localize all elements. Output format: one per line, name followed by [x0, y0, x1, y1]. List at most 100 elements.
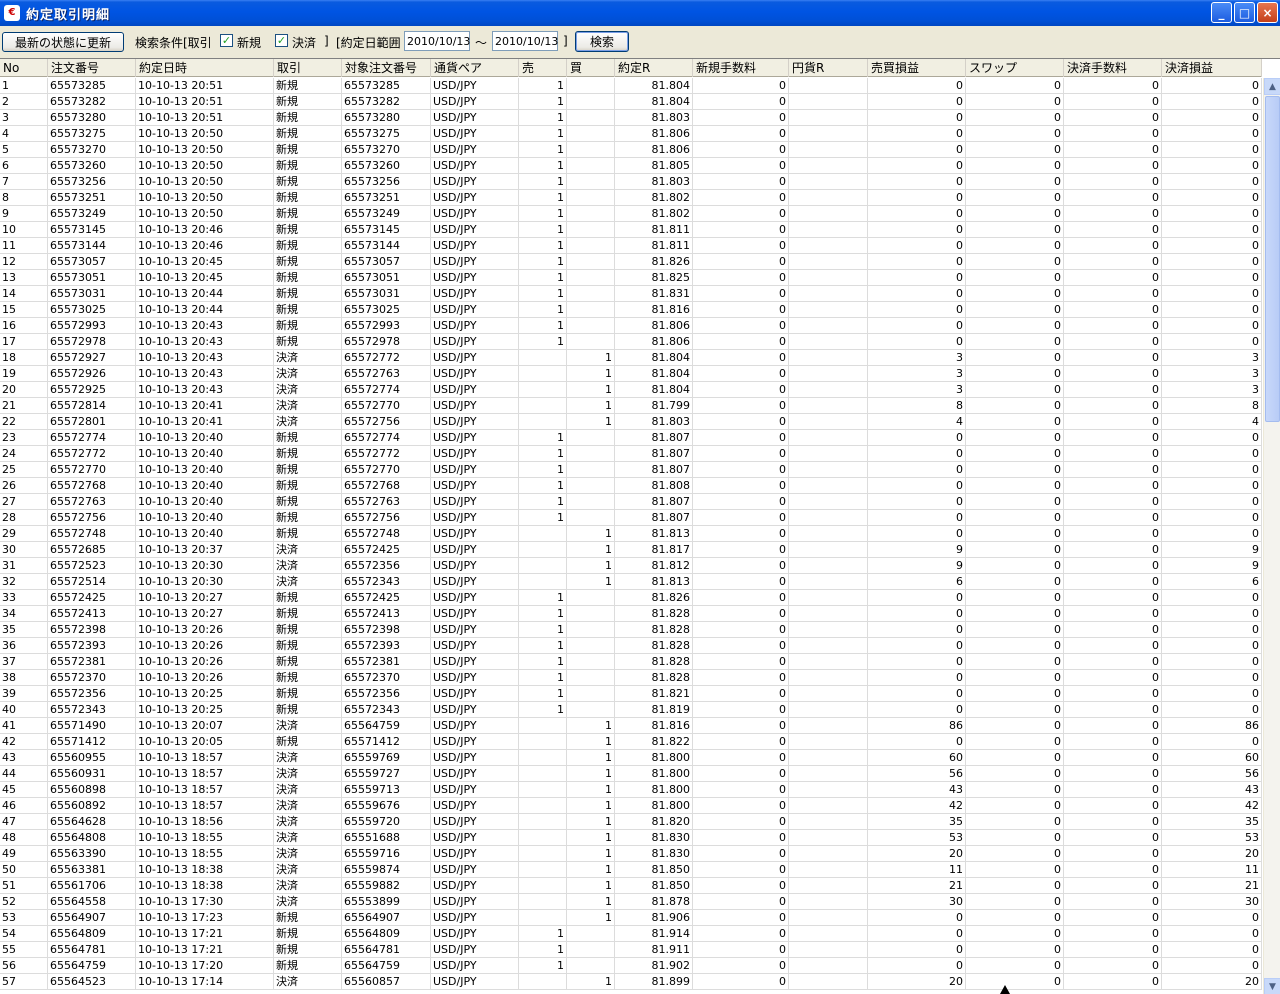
new-checkbox[interactable]: ✓ — [220, 34, 233, 47]
table-row[interactable]: 12 65573057 10-10-13 20:45 新規 65573057 USD/JP… — [0, 254, 1262, 270]
cell-col-no: 46 — [0, 798, 48, 814]
scroll-up-icon[interactable]: ▲ — [1264, 78, 1280, 95]
table-row[interactable]: 15 65573025 10-10-13 20:44 新規 65573025 USD/JP… — [0, 302, 1262, 318]
table-row[interactable]: 2 65573282 10-10-13 20:51 新規 65573282 USD/JPY… — [0, 94, 1262, 110]
cell-col-trade-type: 決済 — [274, 750, 342, 766]
table-row[interactable]: 55 65564781 10-10-13 17:21 新規 65564781 USD/JP… — [0, 942, 1262, 958]
table-row[interactable]: 16 65572993 10-10-13 20:43 新規 65572993 USD/JP… — [0, 318, 1262, 334]
header-col-order-number[interactable]: 注文番号 — [48, 59, 136, 77]
cell-col-settle-fee: 0 — [1064, 782, 1162, 798]
table-row[interactable]: 9 65573249 10-10-13 20:50 新規 65573249 USD/JPY… — [0, 206, 1262, 222]
table-row[interactable]: 21 65572814 10-10-13 20:41 決済 65572770 USD/JP… — [0, 398, 1262, 414]
maximize-button[interactable]: □ — [1234, 2, 1255, 23]
cell-col-buy — [567, 318, 615, 334]
cell-col-currency-pair: USD/JPY — [431, 638, 519, 654]
table-row[interactable]: 32 65572514 10-10-13 20:30 決済 65572343 USD/JP… — [0, 574, 1262, 590]
table-row[interactable]: 1 65573285 10-10-13 20:51 新規 65573285 USD/JPY… — [0, 78, 1262, 94]
table-row[interactable]: 39 65572356 10-10-13 20:25 新規 65572356 USD/JP… — [0, 686, 1262, 702]
table-row[interactable]: 6 65573260 10-10-13 20:50 新規 65573260 USD/JPY… — [0, 158, 1262, 174]
table-row[interactable]: 14 65573031 10-10-13 20:44 新規 65573031 USD/JP… — [0, 286, 1262, 302]
app-icon[interactable]: € — [4, 5, 20, 21]
table-row[interactable]: 13 65573051 10-10-13 20:45 新規 65573051 USD/JP… — [0, 270, 1262, 286]
table-row[interactable]: 34 65572413 10-10-13 20:27 新規 65572413 USD/JP… — [0, 606, 1262, 622]
table-row[interactable]: 7 65573256 10-10-13 20:50 新規 65573256 USD/JPY… — [0, 174, 1262, 190]
table-row[interactable]: 31 65572523 10-10-13 20:30 決済 65572356 USD/JP… — [0, 558, 1262, 574]
table-row[interactable]: 24 65572772 10-10-13 20:40 新規 65572772 USD/JP… — [0, 446, 1262, 462]
table-row[interactable]: 10 65573145 10-10-13 20:46 新規 65573145 USD/JP… — [0, 222, 1262, 238]
cell-col-currency-pair: USD/JPY — [431, 414, 519, 430]
table-row[interactable]: 54 65564809 10-10-13 17:21 新規 65564809 USD/JP… — [0, 926, 1262, 942]
cell-col-buy: 1 — [567, 830, 615, 846]
header-col-rate[interactable]: 約定R — [615, 59, 693, 77]
table-row[interactable]: 37 65572381 10-10-13 20:26 新規 65572381 USD/JP… — [0, 654, 1262, 670]
table-row[interactable]: 19 65572926 10-10-13 20:43 決済 65572763 USD/JP… — [0, 366, 1262, 382]
table-row[interactable]: 33 65572425 10-10-13 20:27 新規 65572425 USD/JP… — [0, 590, 1262, 606]
table-row[interactable]: 28 65572756 10-10-13 20:40 新規 65572756 USD/JP… — [0, 510, 1262, 526]
table-row[interactable]: 43 65560955 10-10-13 18:57 決済 65559769 USD/JP… — [0, 750, 1262, 766]
table-row[interactable]: 40 65572343 10-10-13 20:25 新規 65572343 USD/JP… — [0, 702, 1262, 718]
table-row[interactable]: 57 65564523 10-10-13 17:14 決済 65560857 USD/JP… — [0, 974, 1262, 990]
header-col-yen-rate[interactable]: 円貨R — [789, 59, 868, 77]
header-col-new-fee[interactable]: 新規手数料 — [693, 59, 789, 77]
header-col-settle-pnl[interactable]: 決済損益 — [1162, 59, 1262, 77]
cell-col-swap: 0 — [966, 926, 1064, 942]
table-row[interactable]: 53 65564907 10-10-13 17:23 新規 65564907 USD/JP… — [0, 910, 1262, 926]
refresh-button[interactable]: 最新の状態に更新 — [2, 32, 124, 52]
table-row[interactable]: 49 65563390 10-10-13 18:55 決済 65559716 USD/JP… — [0, 846, 1262, 862]
table-row[interactable]: 35 65572398 10-10-13 20:26 新規 65572398 USD/JP… — [0, 622, 1262, 638]
table-row[interactable]: 22 65572801 10-10-13 20:41 決済 65572756 USD/JP… — [0, 414, 1262, 430]
cell-col-sell: 1 — [519, 510, 567, 526]
header-col-trade-datetime[interactable]: 約定日時 — [136, 59, 274, 77]
cell-col-target-order: 65551688 — [342, 830, 431, 846]
scroll-down-icon[interactable]: ▼ — [1264, 978, 1280, 994]
table-row[interactable]: 11 65573144 10-10-13 20:46 新規 65573144 USD/JP… — [0, 238, 1262, 254]
table-row[interactable]: 51 65561706 10-10-13 18:38 決済 65559882 USD/JP… — [0, 878, 1262, 894]
table-row[interactable]: 29 65572748 10-10-13 20:40 新規 65572748 USD/JP… — [0, 526, 1262, 542]
table-row[interactable]: 45 65560898 10-10-13 18:57 決済 65559713 USD/JP… — [0, 782, 1262, 798]
table-row[interactable]: 48 65564808 10-10-13 18:55 決済 65551688 USD/JP… — [0, 830, 1262, 846]
table-row[interactable]: 25 65572770 10-10-13 20:40 新規 65572770 USD/JP… — [0, 462, 1262, 478]
table-row[interactable]: 3 65573280 10-10-13 20:51 新規 65573280 USD/JPY… — [0, 110, 1262, 126]
table-row[interactable]: 26 65572768 10-10-13 20:40 新規 65572768 USD/JP… — [0, 478, 1262, 494]
table-row[interactable]: 20 65572925 10-10-13 20:43 決済 65572774 USD/JP… — [0, 382, 1262, 398]
table-row[interactable]: 4 65573275 10-10-13 20:50 新規 65573275 USD/JPY… — [0, 126, 1262, 142]
header-col-target-order[interactable]: 対象注文番号 — [342, 59, 431, 77]
table-row[interactable]: 50 65563381 10-10-13 18:38 決済 65559874 USD/JP… — [0, 862, 1262, 878]
table-row[interactable]: 47 65564628 10-10-13 18:56 決済 65559720 USD/JP… — [0, 814, 1262, 830]
table-row[interactable]: 27 65572763 10-10-13 20:40 新規 65572763 USD/JP… — [0, 494, 1262, 510]
cell-col-swap: 0 — [966, 718, 1064, 734]
table-row[interactable]: 38 65572370 10-10-13 20:26 新規 65572370 USD/JP… — [0, 670, 1262, 686]
header-col-currency-pair[interactable]: 通貨ペア — [431, 59, 519, 77]
cell-col-new-fee: 0 — [693, 846, 789, 862]
table-row[interactable]: 44 65560931 10-10-13 18:57 決済 65559727 USD/JP… — [0, 766, 1262, 782]
header-col-swap[interactable]: スワップ — [966, 59, 1064, 77]
header-col-settle-fee[interactable]: 決済手数料 — [1064, 59, 1162, 77]
search-button[interactable]: 検索 — [575, 31, 629, 52]
header-col-pnl[interactable]: 売買損益 — [868, 59, 966, 77]
table-row[interactable]: 8 65573251 10-10-13 20:50 新規 65573251 USD/JPY… — [0, 190, 1262, 206]
scroll-thumb[interactable] — [1265, 96, 1280, 422]
table-row[interactable]: 52 65564558 10-10-13 17:30 決済 65553899 USD/JP… — [0, 894, 1262, 910]
cell-col-trade-type: 新規 — [274, 174, 342, 190]
table-row[interactable]: 5 65573270 10-10-13 20:50 新規 65573270 USD/JPY… — [0, 142, 1262, 158]
minimize-button[interactable]: _ — [1211, 2, 1232, 23]
table-row[interactable]: 56 65564759 10-10-13 17:20 新規 65564759 USD/JP… — [0, 958, 1262, 974]
table-row[interactable]: 42 65571412 10-10-13 20:05 新規 65571412 USD/JP… — [0, 734, 1262, 750]
table-row[interactable]: 17 65572978 10-10-13 20:43 新規 65572978 USD/JP… — [0, 334, 1262, 350]
header-col-trade-type[interactable]: 取引 — [274, 59, 342, 77]
table-row[interactable]: 41 65571490 10-10-13 20:07 決済 65564759 USD/JP… — [0, 718, 1262, 734]
cell-col-new-fee: 0 — [693, 94, 789, 110]
table-row[interactable]: 30 65572685 10-10-13 20:37 決済 65572425 USD/JP… — [0, 542, 1262, 558]
table-row[interactable]: 18 65572927 10-10-13 20:43 決済 65572772 USD/JP… — [0, 350, 1262, 366]
vertical-scrollbar[interactable]: ▲ ▼ — [1263, 78, 1280, 994]
close-button[interactable]: × — [1257, 2, 1278, 23]
table-row[interactable]: 36 65572393 10-10-13 20:26 新規 65572393 USD/JP… — [0, 638, 1262, 654]
header-col-no[interactable]: No — [0, 59, 48, 77]
header-col-buy[interactable]: 買 — [567, 59, 615, 77]
table-row[interactable]: 23 65572774 10-10-13 20:40 新規 65572774 USD/JP… — [0, 430, 1262, 446]
date-to-input[interactable]: 2010/10/13 — [492, 31, 558, 51]
header-col-sell[interactable]: 売 — [519, 59, 567, 77]
date-from-input[interactable]: 2010/10/13 — [404, 31, 470, 51]
settle-checkbox[interactable]: ✓ — [275, 34, 288, 47]
table-row[interactable]: 46 65560892 10-10-13 18:57 決済 65559676 USD/JP… — [0, 798, 1262, 814]
